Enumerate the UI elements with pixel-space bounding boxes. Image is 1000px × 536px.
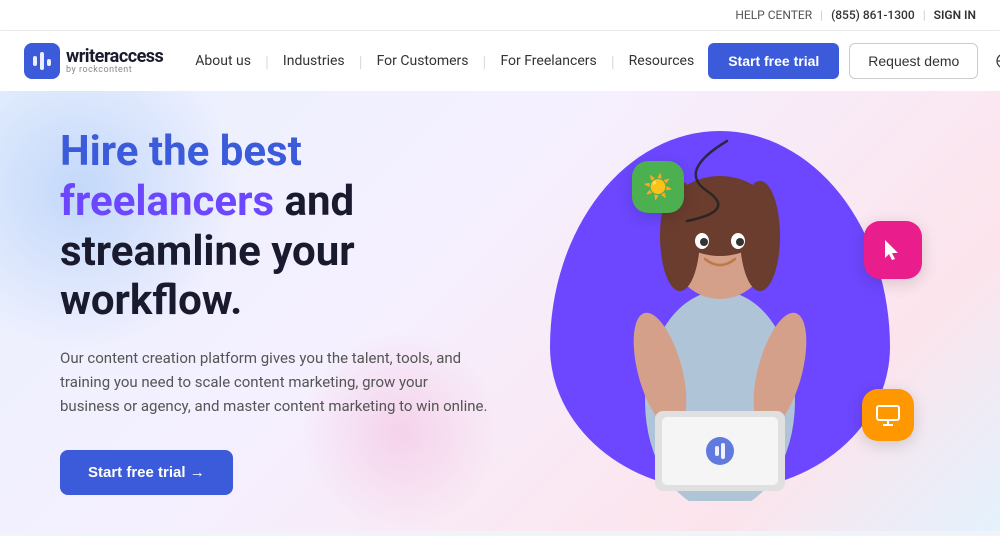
monitor-icon [874, 401, 902, 429]
logo[interactable]: writeraccess by rockcontent [24, 43, 163, 79]
headline-part3: workflow. [60, 276, 242, 325]
hero-content: Hire the best freelancers and streamline… [60, 127, 500, 494]
signin-link[interactable]: SIGN IN [934, 8, 976, 22]
hero-headline: Hire the best freelancers and streamline… [60, 127, 500, 325]
logo-sub-text: by rockcontent [66, 66, 163, 75]
sun-icon: ☀️ [643, 173, 673, 201]
logo-main-text: writeraccess [66, 48, 163, 66]
hero-visual: ☀️ [500, 101, 940, 521]
phone-number[interactable]: (855) 861-1300 [831, 8, 915, 22]
nav-about[interactable]: About us [195, 47, 265, 75]
nav-request-demo-button[interactable]: Request demo [849, 43, 978, 79]
logo-icon [24, 43, 60, 79]
nav-industries[interactable]: Industries [269, 47, 359, 75]
nav-actions: Start free trial Request demo EN [708, 43, 1000, 79]
nav-for-freelancers[interactable]: For Freelancers [486, 47, 610, 75]
cursor-icon [879, 236, 907, 264]
top-bar: HELP CENTER | (855) 861-1300 | SIGN IN [0, 0, 1000, 31]
float-icon-cursor [864, 221, 922, 279]
hero-description: Our content creation platform gives you … [60, 346, 490, 418]
float-icon-monitor [862, 389, 914, 441]
nav-for-customers[interactable]: For Customers [363, 47, 483, 75]
float-icon-sun: ☀️ [632, 161, 684, 213]
hero-section: Hire the best freelancers and streamline… [0, 91, 1000, 531]
hero-cta-button[interactable]: Start free trial → [60, 450, 233, 495]
nav-resources[interactable]: Resources [615, 47, 709, 75]
nav-links: About us | Industries | For Customers | … [195, 47, 708, 75]
globe-icon [996, 53, 1000, 69]
help-center-label[interactable]: HELP CENTER [735, 8, 812, 22]
navbar: writeraccess by rockcontent About us | I… [0, 31, 1000, 91]
divider1: | [820, 8, 823, 22]
language-selector[interactable]: EN [988, 47, 1000, 75]
headline-part1: Hire the best [60, 127, 500, 177]
headline-highlight: freelancers [60, 177, 274, 226]
divider2: | [923, 8, 926, 22]
nav-start-trial-button[interactable]: Start free trial [708, 43, 839, 79]
logo-text: writeraccess by rockcontent [66, 48, 163, 75]
